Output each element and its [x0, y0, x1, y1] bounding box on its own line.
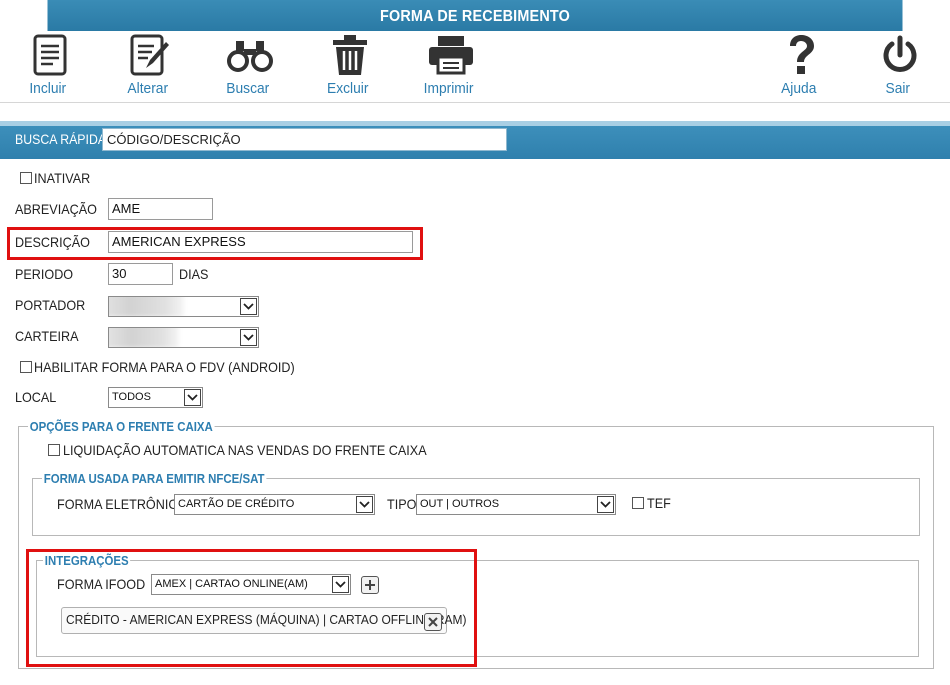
tipo-label: TIPO	[387, 496, 417, 512]
quick-search-input[interactable]: CÓDIGO/DESCRIÇÃO	[102, 128, 507, 151]
carteira-label: CARTEIRA	[15, 328, 79, 344]
portador-label: PORTADOR	[15, 297, 86, 313]
local-select-value: TODOS	[112, 391, 151, 403]
add-ifood-button[interactable]	[361, 576, 379, 594]
binoculars-icon	[225, 32, 275, 78]
abreviacao-label: ABREVIAÇÃO	[15, 201, 97, 217]
alterar-label: Alterar	[127, 80, 169, 97]
printer-icon	[426, 32, 476, 78]
tef-label: TEF	[647, 495, 671, 511]
abreviacao-input[interactable]: AME	[108, 198, 213, 220]
forma-ifood-label: FORMA IFOOD	[57, 576, 146, 592]
periodo-label: PERIODO	[15, 266, 74, 282]
descricao-label: DESCRIÇÃO	[15, 234, 90, 250]
incluir-label: Incluir	[29, 80, 67, 97]
inativar-checkbox[interactable]	[20, 172, 32, 184]
document-icon	[25, 32, 75, 78]
alterar-button[interactable]: Alterar	[122, 32, 178, 97]
forma-eletronica-select[interactable]: CARTÃO DE CRÉDITO	[174, 494, 375, 515]
excluir-label: Excluir	[327, 80, 369, 97]
habilitar-fdv-checkbox[interactable]	[20, 361, 32, 373]
incluir-button[interactable]: Incluir	[22, 32, 78, 97]
habilitar-fdv-label: HABILITAR FORMA PARA O FDV (ANDROID)	[34, 359, 295, 375]
periodo-input[interactable]: 30	[108, 263, 173, 285]
chevron-down-icon	[240, 298, 257, 315]
forma-eletronica-label: FORMA ELETRÔNICA	[57, 496, 186, 512]
sair-button[interactable]: Sair	[872, 32, 928, 97]
plus-icon	[365, 580, 375, 590]
frente-caixa-legend: OPÇÕES PARA O FRENTE CAIXA	[28, 419, 215, 434]
buscar-button[interactable]: Buscar	[222, 32, 278, 97]
help-icon	[776, 32, 826, 78]
local-label: LOCAL	[15, 389, 57, 405]
ajuda-button[interactable]: Ajuda	[773, 32, 829, 97]
local-select[interactable]: TODOS	[108, 387, 203, 408]
forma-eletronica-value: CARTÃO DE CRÉDITO	[178, 498, 295, 510]
chevron-down-icon	[356, 496, 373, 513]
periodo-unit: DIAS	[179, 266, 209, 282]
descricao-input[interactable]: AMERICAN EXPRESS	[108, 231, 413, 253]
liquidacao-checkbox[interactable]	[48, 444, 60, 456]
chevron-down-icon	[597, 496, 614, 513]
edit-document-icon	[125, 32, 175, 78]
ajuda-label: Ajuda	[781, 80, 817, 97]
tipo-value: OUT | OUTROS	[420, 498, 500, 510]
buscar-label: Buscar	[226, 80, 270, 97]
sair-label: Sair	[885, 80, 911, 97]
window-title: FORMA DE RECEBIMENTO	[47, 0, 903, 31]
ifood-mapping-tag: CRÉDITO - AMERICAN EXPRESS (MÁQUINA) | C…	[61, 607, 466, 634]
remove-mapping-button[interactable]	[424, 613, 442, 631]
chevron-down-icon	[184, 389, 201, 406]
carteira-select[interactable]	[108, 327, 259, 348]
imprimir-label: Imprimir	[423, 80, 474, 97]
redacted-value	[109, 297, 184, 316]
portador-select[interactable]	[108, 296, 259, 317]
close-icon	[428, 617, 438, 627]
inativar-label: INATIVAR	[34, 170, 91, 186]
power-icon	[875, 32, 925, 78]
ifood-mapping-text: CRÉDITO - AMERICAN EXPRESS (MÁQUINA) | C…	[66, 612, 467, 627]
imprimir-button[interactable]: Imprimir	[420, 32, 482, 97]
integracoes-legend: INTEGRAÇÕES	[43, 553, 131, 568]
forma-ifood-value: AMEX | CARTAO ONLINE(AM)	[155, 578, 308, 590]
chevron-down-icon	[332, 576, 349, 593]
redacted-value	[109, 328, 179, 347]
toolbar-divider	[0, 102, 950, 103]
trash-icon	[325, 32, 375, 78]
tipo-select[interactable]: OUT | OUTROS	[416, 494, 616, 515]
quick-search-label: BUSCA RÁPIDA	[15, 131, 107, 147]
liquidacao-label: LIQUIDAÇÃO AUTOMATICA NAS VENDAS DO FREN…	[63, 442, 427, 458]
forma-ifood-select[interactable]: AMEX | CARTAO ONLINE(AM)	[151, 574, 351, 595]
tef-checkbox[interactable]	[632, 497, 644, 509]
nfce-legend: FORMA USADA PARA EMITIR NFCE/SAT	[42, 471, 267, 486]
excluir-button[interactable]: Excluir	[322, 32, 378, 97]
chevron-down-icon	[240, 329, 257, 346]
